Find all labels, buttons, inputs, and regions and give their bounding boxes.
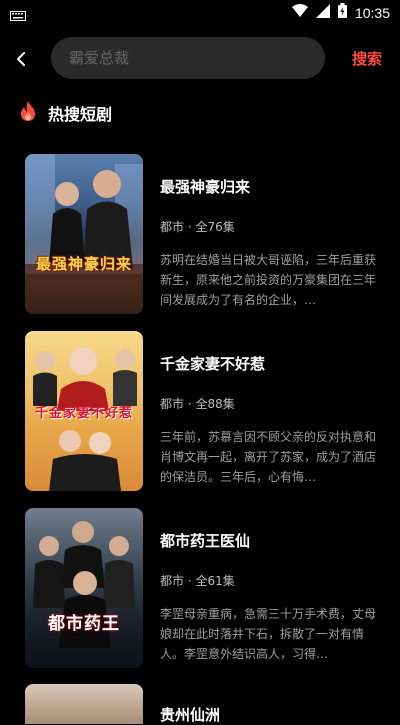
- poster-title: 都市药王: [48, 614, 120, 634]
- drama-title[interactable]: 最强神豪归来: [160, 176, 250, 197]
- fire-icon: [18, 100, 38, 126]
- drama-description: 三年前，苏慕言因不顾父亲的反对执意和肖博文再一起，离开了苏家，成为了酒店的保洁员…: [160, 430, 377, 484]
- poster-image[interactable]: 最强神豪归来: [25, 154, 143, 314]
- search-input[interactable]: [67, 48, 309, 68]
- poster-title: 千金家妻不好惹: [34, 406, 133, 421]
- list-item[interactable]: 最强神豪归来 最强神豪归来 都市 · 全76集 苏明在结婚当日被大哥诬陷，三年后…: [0, 154, 400, 331]
- search-button[interactable]: 搜索: [352, 48, 382, 69]
- drama-list: 最强神豪归来 最强神豪归来 都市 · 全76集 苏明在结婚当日被大哥诬陷，三年后…: [0, 154, 400, 685]
- poster-title: 最强神豪归来: [35, 255, 132, 273]
- status-bar: 10:35: [0, 0, 400, 24]
- battery-icon: [337, 3, 347, 22]
- drama-description: 苏明在结婚当日被大哥诬陷，三年后重获新生，原来他之前投资的万豪集团在三年间发展成…: [160, 253, 377, 307]
- drama-meta: 都市 · 全61集: [160, 574, 235, 588]
- list-item[interactable]: 都市药王 都市药王医仙 都市 · 全61集 李罡母亲重病，急需三十万手术费，丈母…: [0, 508, 400, 685]
- back-button[interactable]: [10, 48, 32, 70]
- chevron-left-icon: [17, 52, 25, 66]
- list-item[interactable]: 千金家妻不好惹 千金家妻不好惹 都市 · 全88集 三年前，苏慕言因不顾父亲的反…: [0, 331, 400, 508]
- drama-description: 李罡母亲重病，急需三十万手术费，丈母娘却在此时落井下石，拆散了一对有情人。李罡意…: [160, 607, 377, 661]
- drama-meta: 都市 · 全76集: [160, 220, 235, 234]
- poster-image[interactable]: 都市药王: [25, 508, 143, 668]
- drama-title[interactable]: 贵州仙洲: [160, 704, 220, 725]
- status-time: 10:35: [354, 4, 390, 21]
- keyboard-icon: [10, 6, 26, 25]
- poster-image[interactable]: 千金家妻不好惹: [25, 331, 143, 491]
- poster-image[interactable]: [25, 684, 143, 724]
- section-title: 热搜短剧: [48, 105, 113, 124]
- drama-title[interactable]: 都市药王医仙: [160, 530, 250, 551]
- hot-search-section-header: 热搜短剧: [18, 100, 112, 126]
- signal-icon: [315, 3, 330, 22]
- drama-meta: 都市 · 全88集: [160, 397, 235, 411]
- search-box[interactable]: [51, 37, 325, 79]
- wifi-icon: [291, 3, 308, 22]
- drama-title[interactable]: 千金家妻不好惹: [160, 353, 265, 374]
- search-header: 搜索: [0, 36, 400, 80]
